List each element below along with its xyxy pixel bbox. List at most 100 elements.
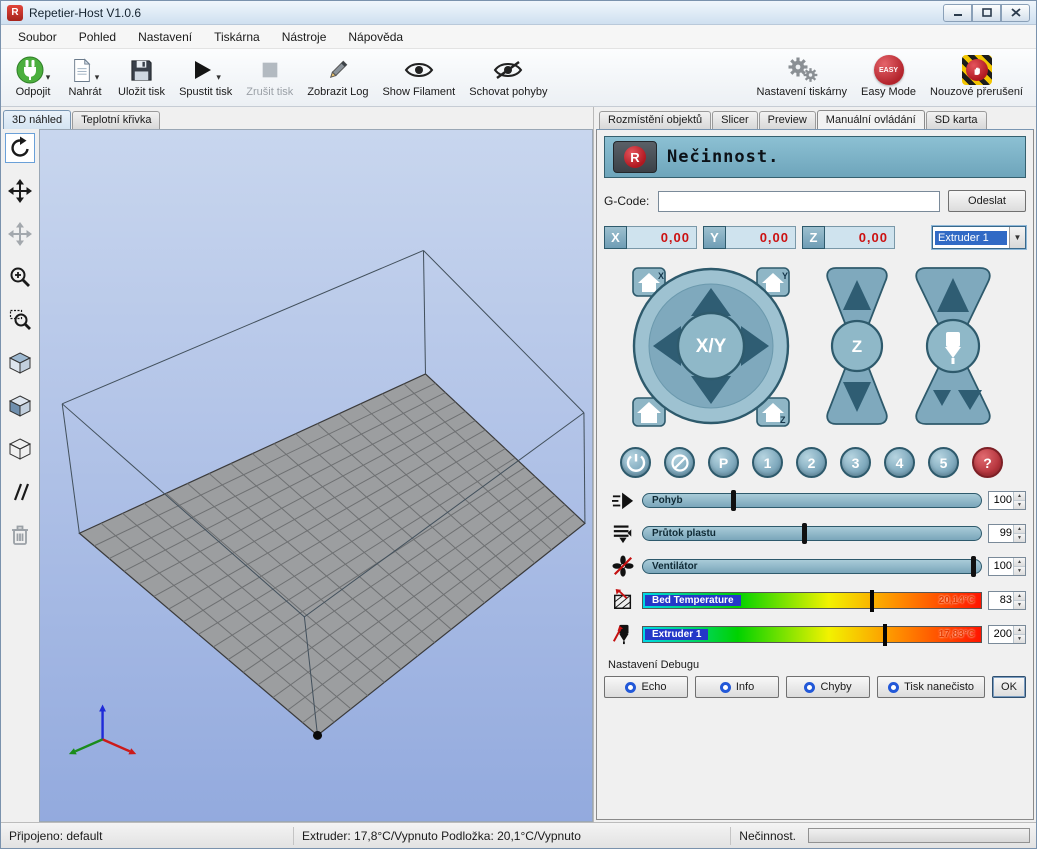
speed-spinner-input[interactable] xyxy=(989,492,1013,509)
connect-button[interactable]: ▾ Odpojit xyxy=(7,53,59,100)
extruder-temp-spinner[interactable]: ▲▼ xyxy=(988,625,1026,644)
spin-up-icon[interactable]: ▲ xyxy=(1014,558,1025,567)
chevron-down-icon[interactable]: ▾ xyxy=(95,72,100,83)
tab-manual-control[interactable]: Manuální ovládání xyxy=(817,110,925,129)
printer-settings-button[interactable]: Nastavení tiskárny xyxy=(750,53,854,100)
menu-item-napoveda[interactable]: Nápověda xyxy=(337,26,414,48)
spin-up-icon[interactable]: ▲ xyxy=(1014,525,1025,534)
preset-2-button[interactable]: 2 xyxy=(796,447,827,478)
spin-down-icon[interactable]: ▼ xyxy=(1014,501,1025,509)
spin-down-icon[interactable]: ▼ xyxy=(1014,635,1025,643)
rotate-view-button[interactable] xyxy=(5,133,35,163)
motors-off-button[interactable] xyxy=(664,447,695,478)
radio-icon xyxy=(804,682,815,693)
view-isometric-button[interactable] xyxy=(5,348,35,378)
start-print-button[interactable]: ▾ Spustit tisk xyxy=(172,53,239,100)
minimize-button[interactable] xyxy=(943,4,972,22)
speed-slider-track[interactable]: Pohyb xyxy=(642,493,982,508)
gcode-input[interactable] xyxy=(658,191,940,212)
load-button[interactable]: ▾ Nahrát xyxy=(59,53,111,100)
delete-object-button[interactable] xyxy=(5,520,35,550)
fan-slider-track[interactable]: Ventilátor xyxy=(642,559,982,574)
zoom-window-button[interactable] xyxy=(5,305,35,335)
flow-slider-track[interactable]: Průtok plastu xyxy=(642,526,982,541)
ok-button[interactable]: OK xyxy=(992,676,1026,698)
y-axis-label: Y xyxy=(703,226,726,249)
tab-slicer[interactable]: Slicer xyxy=(712,111,758,129)
park-button[interactable]: P xyxy=(708,447,739,478)
spin-down-icon[interactable]: ▼ xyxy=(1014,534,1025,542)
view-front-button[interactable] xyxy=(5,391,35,421)
spin-up-icon[interactable]: ▲ xyxy=(1014,626,1025,635)
tab-preview[interactable]: Preview xyxy=(759,111,816,129)
bed-temp-label: Bed Temperature xyxy=(645,595,741,606)
bed-temp-input[interactable] xyxy=(989,592,1013,609)
chevron-down-icon[interactable]: ▼ xyxy=(1009,227,1025,248)
chevron-down-icon[interactable]: ▾ xyxy=(46,72,51,83)
help-button[interactable]: ? xyxy=(972,447,1003,478)
speed-slider-handle[interactable] xyxy=(731,490,736,511)
preset-4-button[interactable]: 4 xyxy=(884,447,915,478)
fan-spinner-input[interactable] xyxy=(989,558,1013,575)
debug-dryrun-button[interactable]: Tisk nanečisto xyxy=(877,676,985,698)
menu-item-pohled[interactable]: Pohled xyxy=(68,26,127,48)
extruder-jog-pad[interactable] xyxy=(914,266,992,426)
debug-errors-button[interactable]: Chyby xyxy=(786,676,870,698)
maximize-button[interactable] xyxy=(972,4,1001,22)
menu-item-nastaveni[interactable]: Nastavení xyxy=(127,26,203,48)
bed-temp-spinner[interactable]: ▲▼ xyxy=(988,591,1026,610)
tab-object-placement[interactable]: Rozmístění objektů xyxy=(599,111,711,129)
menu-item-soubor[interactable]: Soubor xyxy=(7,26,68,48)
easy-mode-button[interactable]: EASY Easy Mode xyxy=(854,53,923,100)
debug-info-button[interactable]: Info xyxy=(695,676,779,698)
stop-icon xyxy=(259,59,281,81)
print-bed xyxy=(79,374,585,735)
spin-up-icon[interactable]: ▲ xyxy=(1014,492,1025,501)
move-view-button[interactable] xyxy=(5,176,35,206)
menu-item-nastroje[interactable]: Nástroje xyxy=(271,26,338,48)
move-object-icon xyxy=(8,222,32,246)
chevron-down-icon[interactable]: ▾ xyxy=(216,72,221,83)
view-perspective-button[interactable] xyxy=(5,434,35,464)
extruder-temp-input[interactable] xyxy=(989,626,1013,643)
window-titlebar: R Repetier-Host V1.0.6 xyxy=(1,1,1036,25)
preset-3-button[interactable]: 3 xyxy=(840,447,871,478)
z-jog-pad[interactable]: Z xyxy=(826,266,888,426)
tab-sd-card[interactable]: SD karta xyxy=(926,111,987,129)
move-object-button[interactable] xyxy=(5,219,35,249)
extruder-temp-bar[interactable]: Extruder 1 17,83°C xyxy=(642,626,982,643)
extruder-temp-icon xyxy=(610,623,636,645)
hide-travel-button[interactable]: Schovat pohyby xyxy=(462,53,554,100)
speed-spinner[interactable]: ▲▼ xyxy=(988,491,1026,510)
extruder-temp-handle[interactable] xyxy=(883,624,887,646)
show-filament-button[interactable]: Show Filament xyxy=(375,53,462,100)
fan-spinner[interactable]: ▲▼ xyxy=(988,557,1026,576)
flow-slider-handle[interactable] xyxy=(802,523,807,544)
emergency-stop-button[interactable]: Nouzové přerušení xyxy=(923,53,1030,100)
spin-up-icon[interactable]: ▲ xyxy=(1014,592,1025,601)
bed-temp-handle[interactable] xyxy=(870,590,874,612)
parallel-projection-button[interactable] xyxy=(5,477,35,507)
send-button[interactable]: Odeslat xyxy=(948,190,1026,212)
tab-temperature-curve[interactable]: Teplotní křivka xyxy=(72,111,160,129)
close-button[interactable] xyxy=(1001,4,1030,22)
kill-print-button: Zrušit tisk xyxy=(239,53,300,100)
fan-slider-handle[interactable] xyxy=(971,556,976,577)
bed-temp-bar[interactable]: Bed Temperature 20,14°C xyxy=(642,592,982,609)
debug-echo-button[interactable]: Echo xyxy=(604,676,688,698)
tab-3d-view[interactable]: 3D náhled xyxy=(3,110,71,129)
extruder-select[interactable]: Extruder 1 ▼ xyxy=(932,226,1026,249)
xy-jog-pad[interactable]: X/Y xyxy=(631,264,791,428)
spin-down-icon[interactable]: ▼ xyxy=(1014,567,1025,575)
3d-viewport[interactable] xyxy=(39,129,593,822)
flow-spinner[interactable]: ▲▼ xyxy=(988,524,1026,543)
zoom-in-button[interactable] xyxy=(5,262,35,292)
preset-1-button[interactable]: 1 xyxy=(752,447,783,478)
show-log-button[interactable]: Zobrazit Log xyxy=(300,53,375,100)
save-print-button[interactable]: Uložit tisk xyxy=(111,53,172,100)
flow-spinner-input[interactable] xyxy=(989,525,1013,542)
preset-5-button[interactable]: 5 xyxy=(928,447,959,478)
spin-down-icon[interactable]: ▼ xyxy=(1014,601,1025,609)
power-button[interactable] xyxy=(620,447,651,478)
menu-item-tiskarna[interactable]: Tiskárna xyxy=(203,26,271,48)
